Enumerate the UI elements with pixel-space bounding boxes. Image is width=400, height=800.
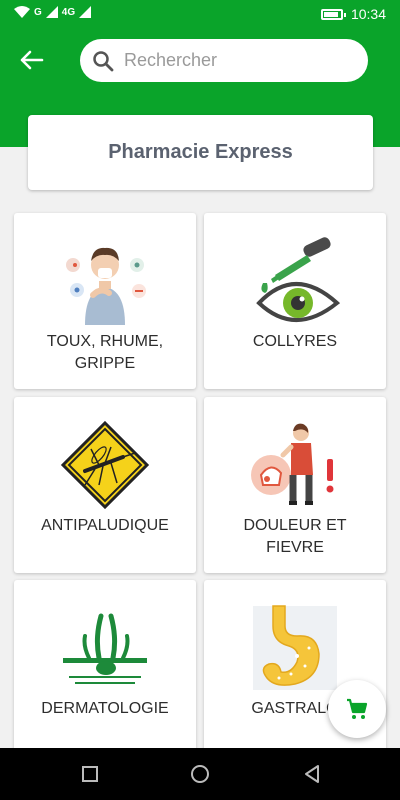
back-button[interactable] — [18, 48, 46, 72]
triangle-back-icon — [305, 765, 319, 783]
cart-button[interactable] — [328, 680, 386, 738]
search-icon — [93, 50, 114, 71]
network-type-2: 4G — [61, 6, 76, 18]
circle-icon — [191, 765, 209, 783]
clock: 10:34 — [350, 6, 386, 22]
category-label: DERMATOLOGIE — [41, 700, 169, 717]
search-bar[interactable] — [80, 39, 368, 82]
recent-apps-button[interactable] — [78, 762, 102, 786]
category-label: DOULEUR ET FIEVRE — [243, 517, 347, 556]
category-label: COLLYRES — [252, 333, 338, 350]
skin-hair-icon — [63, 613, 147, 684]
battery-icon — [320, 8, 346, 20]
stomach-icon — [253, 605, 337, 690]
signal-icon-2 — [79, 6, 92, 18]
category-card-collyres[interactable]: COLLYRES — [204, 213, 386, 389]
signal-icon — [45, 6, 58, 18]
category-card-douleur[interactable]: DOULEUR ET FIEVRE — [204, 397, 386, 573]
system-nav-bar — [0, 748, 400, 800]
sick-person-icon — [66, 247, 146, 325]
shopping-cart-icon — [347, 698, 368, 719]
status-bar: G 4G 10:34 — [0, 0, 400, 30]
eye-drops-icon — [256, 237, 341, 322]
pharmacy-name: Pharmacie Express — [108, 141, 293, 163]
system-back-button[interactable] — [300, 762, 324, 786]
category-card-dermatologie[interactable]: DERMATOLOGIE — [14, 580, 196, 756]
network-type-1: G — [34, 6, 42, 18]
category-label: TOUX, RHUME, GRIPPE — [46, 333, 164, 372]
category-card-antipaludique[interactable]: ANTIPALUDIQUE — [14, 397, 196, 573]
mosquito-sign-icon — [60, 420, 150, 509]
category-label: ANTIPALUDIQUE — [41, 517, 169, 534]
category-card-toux[interactable]: TOUX, RHUME, GRIPPE — [14, 213, 196, 389]
pain-person-icon — [251, 423, 334, 505]
arrow-left-icon — [20, 50, 44, 70]
pharmacy-card[interactable]: Pharmacie Express — [28, 115, 373, 190]
home-button[interactable] — [188, 762, 212, 786]
search-input[interactable] — [124, 50, 344, 71]
square-icon — [82, 766, 98, 782]
wifi-icon — [14, 6, 30, 18]
